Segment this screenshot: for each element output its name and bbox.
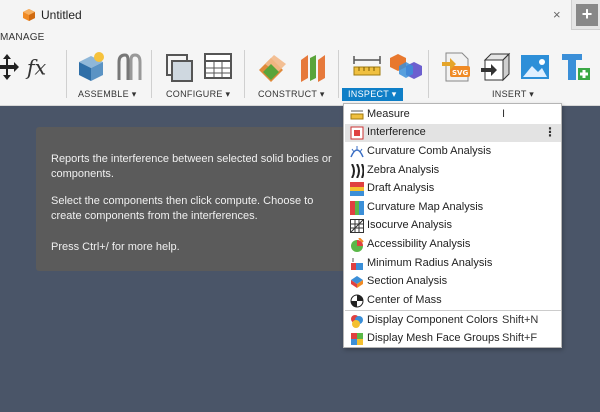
close-tab-icon[interactable]: ×	[553, 7, 561, 22]
menu-item-section[interactable]: Section Analysis	[345, 273, 561, 291]
menu-item-measure[interactable]: Measure I	[345, 106, 561, 124]
svg-text:SVG: SVG	[452, 69, 468, 77]
minimum-radius-icon	[351, 258, 363, 270]
joint-icon[interactable]	[112, 50, 146, 84]
curvature-comb-icon	[350, 146, 364, 158]
interference-tool-icon[interactable]	[389, 50, 423, 84]
center-of-mass-icon	[350, 294, 364, 308]
tooltip-help-hint: Press Ctrl+/ for more help.	[51, 241, 180, 253]
more-options-icon[interactable]: ⋮	[544, 125, 556, 139]
insert-mcmaster-icon[interactable]	[558, 50, 592, 84]
menu-divider	[345, 310, 561, 311]
menu-item-interference[interactable]: Interference ⋮	[345, 124, 561, 142]
parameters-icon[interactable]: fx	[24, 50, 60, 84]
configure-design-icon[interactable]	[162, 50, 196, 84]
document-cube-icon	[23, 9, 35, 21]
zebra-icon	[350, 164, 364, 178]
menu-item-minimum-radius[interactable]: Minimum Radius Analysis	[345, 255, 561, 273]
new-tab-button[interactable]: +	[576, 4, 598, 26]
new-component-icon[interactable]	[74, 50, 108, 84]
separator	[338, 50, 339, 98]
interference-icon	[350, 126, 364, 140]
component-colors-icon	[351, 315, 363, 328]
section-icon	[351, 276, 363, 288]
document-tab[interactable]: Untitled ×	[0, 0, 572, 30]
menu-item-center-of-mass[interactable]: Center of Mass	[345, 292, 561, 310]
offset-plane-icon[interactable]	[256, 50, 290, 84]
title-bar: Untitled × +	[0, 0, 600, 30]
configuration-table-icon[interactable]	[201, 50, 235, 84]
separator	[244, 50, 245, 98]
configure-menu-label[interactable]: CONFIGURE ▾	[166, 88, 230, 101]
insert-canvas-icon[interactable]	[518, 50, 552, 84]
tooltip-instructions: Select the components then click compute…	[51, 195, 314, 222]
move-tool-icon[interactable]	[0, 50, 24, 84]
menu-item-accessibility[interactable]: Accessibility Analysis	[345, 236, 561, 254]
measure-tool-icon[interactable]	[350, 50, 384, 84]
separator	[428, 50, 429, 98]
interference-tooltip: Reports the interference between selecte…	[36, 127, 346, 271]
construct-menu-label[interactable]: CONSTRUCT ▾	[258, 88, 325, 101]
insert-mesh-icon[interactable]	[479, 50, 513, 84]
inspect-menu-label[interactable]: INSPECT ▾	[342, 88, 403, 101]
inspect-dropdown-menu: Measure I Interference ⋮ Curvature Comb …	[343, 103, 562, 348]
separator	[151, 50, 152, 98]
mesh-face-groups-icon	[351, 333, 363, 345]
document-title: Untitled	[41, 8, 82, 22]
isocurve-icon	[350, 219, 364, 233]
menu-item-draft[interactable]: Draft Analysis	[345, 180, 561, 198]
midplane-icon[interactable]	[296, 50, 330, 84]
ruler-icon	[350, 110, 364, 120]
assemble-menu-label[interactable]: ASSEMBLE ▾	[78, 88, 137, 101]
curvature-map-icon	[350, 201, 364, 215]
insert-svg-icon[interactable]: SVG	[440, 50, 474, 84]
tooltip-description: Reports the interference between selecte…	[51, 153, 332, 180]
menu-item-curvature-comb[interactable]: Curvature Comb Analysis	[345, 143, 561, 161]
manage-tab-label[interactable]: MANAGE	[0, 32, 45, 43]
menu-item-display-component-colors[interactable]: Display Component Colors Shift+N	[345, 312, 561, 330]
menu-item-display-mesh-face-groups[interactable]: Display Mesh Face Groups Shift+F	[345, 330, 561, 348]
accessibility-icon	[351, 238, 364, 252]
ribbon-toolbar: MANAGE fx ASSEMBLE ▾ CONFIGURE ▾ CONSTRU…	[0, 30, 600, 106]
insert-menu-label[interactable]: INSERT ▾	[492, 88, 534, 101]
menu-item-zebra[interactable]: Zebra Analysis	[345, 162, 561, 180]
fx-glyph: fx	[25, 56, 47, 80]
menu-item-curvature-map[interactable]: Curvature Map Analysis	[345, 199, 561, 217]
draft-icon	[350, 182, 364, 196]
separator	[66, 50, 67, 98]
menu-item-isocurve[interactable]: Isocurve Analysis	[345, 217, 561, 235]
